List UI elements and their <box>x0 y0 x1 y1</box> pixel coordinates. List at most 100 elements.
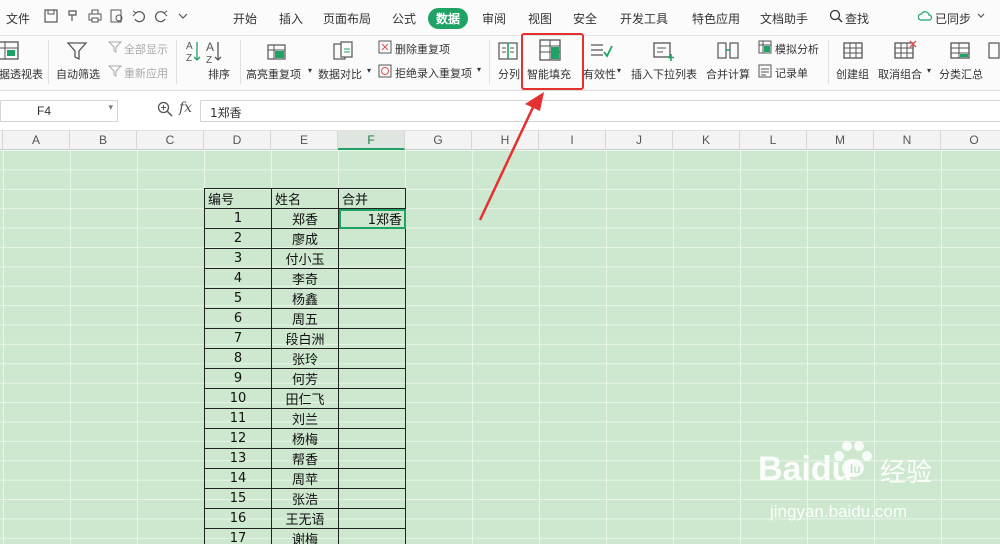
simulate-analysis-button[interactable]: 模拟分析 <box>775 41 819 57</box>
column-header-e[interactable]: E <box>271 131 338 150</box>
tab-data[interactable]: 数据 <box>428 8 469 29</box>
remove-duplicates-button[interactable]: 删除重复项 <box>395 41 450 57</box>
cell-merge[interactable] <box>338 348 406 369</box>
name-box[interactable]: F4 ▾ <box>0 100 118 122</box>
cell-merge[interactable] <box>338 448 406 469</box>
cell-number[interactable]: 7 <box>204 328 272 349</box>
cell-number[interactable]: 17 <box>204 528 272 544</box>
data-compare-button[interactable]: 数据对比 <box>318 66 362 82</box>
cell-merge[interactable] <box>338 308 406 329</box>
tab-review[interactable]: 审阅 <box>482 10 506 27</box>
more-ribbon-icon[interactable] <box>988 40 1000 65</box>
filter-icon[interactable] <box>66 40 88 65</box>
remove-duplicates-icon[interactable] <box>378 40 392 57</box>
header-merge[interactable]: 合并 <box>338 188 406 209</box>
tab-page-layout[interactable]: 页面布局 <box>323 10 371 27</box>
create-group-button[interactable]: 创建组 <box>836 66 869 82</box>
ungroup-button[interactable]: 取消组合 <box>878 66 922 82</box>
cell-number[interactable]: 15 <box>204 488 272 509</box>
cell-merge[interactable] <box>338 468 406 489</box>
column-header-f[interactable]: F <box>338 131 405 150</box>
cell-number[interactable]: 6 <box>204 308 272 329</box>
record-form-button[interactable]: 记录单 <box>775 65 808 81</box>
cell-number[interactable]: 2 <box>204 228 272 249</box>
redo-icon[interactable] <box>154 9 168 23</box>
cell-merge[interactable] <box>338 428 406 449</box>
reapply-button[interactable]: 重新应用 <box>124 65 168 81</box>
cell-number[interactable]: 4 <box>204 268 272 289</box>
column-header-m[interactable]: M <box>807 131 874 150</box>
autofilter-button[interactable]: 自动筛选 <box>56 66 100 82</box>
tab-insert[interactable]: 插入 <box>279 10 303 27</box>
cell-number[interactable]: 12 <box>204 428 272 449</box>
cell-name[interactable]: 郑香 <box>271 208 339 229</box>
format-painter-icon[interactable] <box>66 9 80 23</box>
split-column-icon[interactable] <box>497 40 519 65</box>
data-compare-dropdown-icon[interactable]: ▾ <box>367 66 371 75</box>
cell-name[interactable]: 段白洲 <box>271 328 339 349</box>
highlight-duplicates-icon[interactable] <box>266 40 288 65</box>
merge-calc-icon[interactable] <box>716 40 740 65</box>
search-icon[interactable] <box>829 9 843 23</box>
undo-icon[interactable] <box>132 9 146 23</box>
save-icon[interactable] <box>44 9 58 23</box>
sort-asc-icon[interactable]: AZAZ <box>184 38 228 67</box>
cell-name[interactable]: 何芳 <box>271 368 339 389</box>
highlight-duplicates-dropdown-icon[interactable]: ▾ <box>308 66 312 75</box>
column-header-i[interactable]: I <box>539 131 606 150</box>
cell-name[interactable]: 刘兰 <box>271 408 339 429</box>
column-header-l[interactable]: L <box>740 131 807 150</box>
cell-name[interactable]: 张玲 <box>271 348 339 369</box>
column-header-n[interactable]: N <box>874 131 941 150</box>
cell-number[interactable]: 11 <box>204 408 272 429</box>
column-header-o[interactable]: O <box>941 131 1000 150</box>
smart-fill-button[interactable]: 智能填充 <box>527 66 571 82</box>
cell-name[interactable]: 杨鑫 <box>271 288 339 309</box>
validity-icon[interactable] <box>589 40 613 65</box>
show-all-button[interactable]: 全部显示 <box>124 41 168 57</box>
merge-calc-button[interactable]: 合并计算 <box>706 66 750 82</box>
cell-name[interactable]: 付小玉 <box>271 248 339 269</box>
ungroup-icon[interactable] <box>893 40 917 65</box>
zoom-formula-icon[interactable] <box>157 101 173 120</box>
insert-dropdown-icon[interactable] <box>652 40 676 65</box>
create-group-icon[interactable] <box>842 40 864 65</box>
sync-status[interactable]: 已同步 <box>935 10 971 27</box>
fx-icon[interactable]: fx <box>179 100 192 116</box>
cell-number[interactable]: 8 <box>204 348 272 369</box>
header-name[interactable]: 姓名 <box>271 188 339 209</box>
data-compare-icon[interactable] <box>332 40 354 65</box>
cell-merge[interactable] <box>338 488 406 509</box>
formula-input[interactable]: 1郑香 <box>200 100 1000 122</box>
split-column-button[interactable]: 分列 <box>498 66 520 82</box>
column-header-k[interactable]: K <box>673 131 740 150</box>
file-menu[interactable]: 文件 <box>6 10 30 27</box>
cell-merge[interactable] <box>338 248 406 269</box>
column-header-g[interactable]: G <box>405 131 472 150</box>
cell-merge[interactable] <box>338 368 406 389</box>
cell-number[interactable]: 10 <box>204 388 272 409</box>
cell-merge[interactable] <box>338 408 406 429</box>
cell-number[interactable]: 1 <box>204 208 272 229</box>
tab-features[interactable]: 特色应用 <box>692 10 740 27</box>
cell-merge[interactable] <box>338 288 406 309</box>
search-label[interactable]: 查找 <box>845 10 869 27</box>
tab-security[interactable]: 安全 <box>573 10 597 27</box>
smart-fill-icon[interactable] <box>538 38 562 65</box>
cell-name[interactable]: 李奇 <box>271 268 339 289</box>
reject-duplicates-button[interactable]: 拒绝录入重复项 <box>395 65 472 81</box>
cell-merge[interactable] <box>338 508 406 529</box>
pivot-table-button[interactable]: 数据透视表 <box>0 66 43 82</box>
column-header-d[interactable]: D <box>204 131 271 150</box>
tab-formulas[interactable]: 公式 <box>392 10 416 27</box>
column-header-h[interactable]: H <box>472 131 539 150</box>
cell-name[interactable]: 杨梅 <box>271 428 339 449</box>
tab-doc-assistant[interactable]: 文档助手 <box>760 10 808 27</box>
cell-number[interactable]: 9 <box>204 368 272 389</box>
cell-number[interactable]: 14 <box>204 468 272 489</box>
highlight-duplicates-button[interactable]: 高亮重复项 <box>246 66 301 82</box>
cell-name[interactable]: 帮香 <box>271 448 339 469</box>
cell-merge[interactable] <box>338 528 406 544</box>
cell-name[interactable]: 谢梅 <box>271 528 339 544</box>
header-number[interactable]: 编号 <box>204 188 272 209</box>
